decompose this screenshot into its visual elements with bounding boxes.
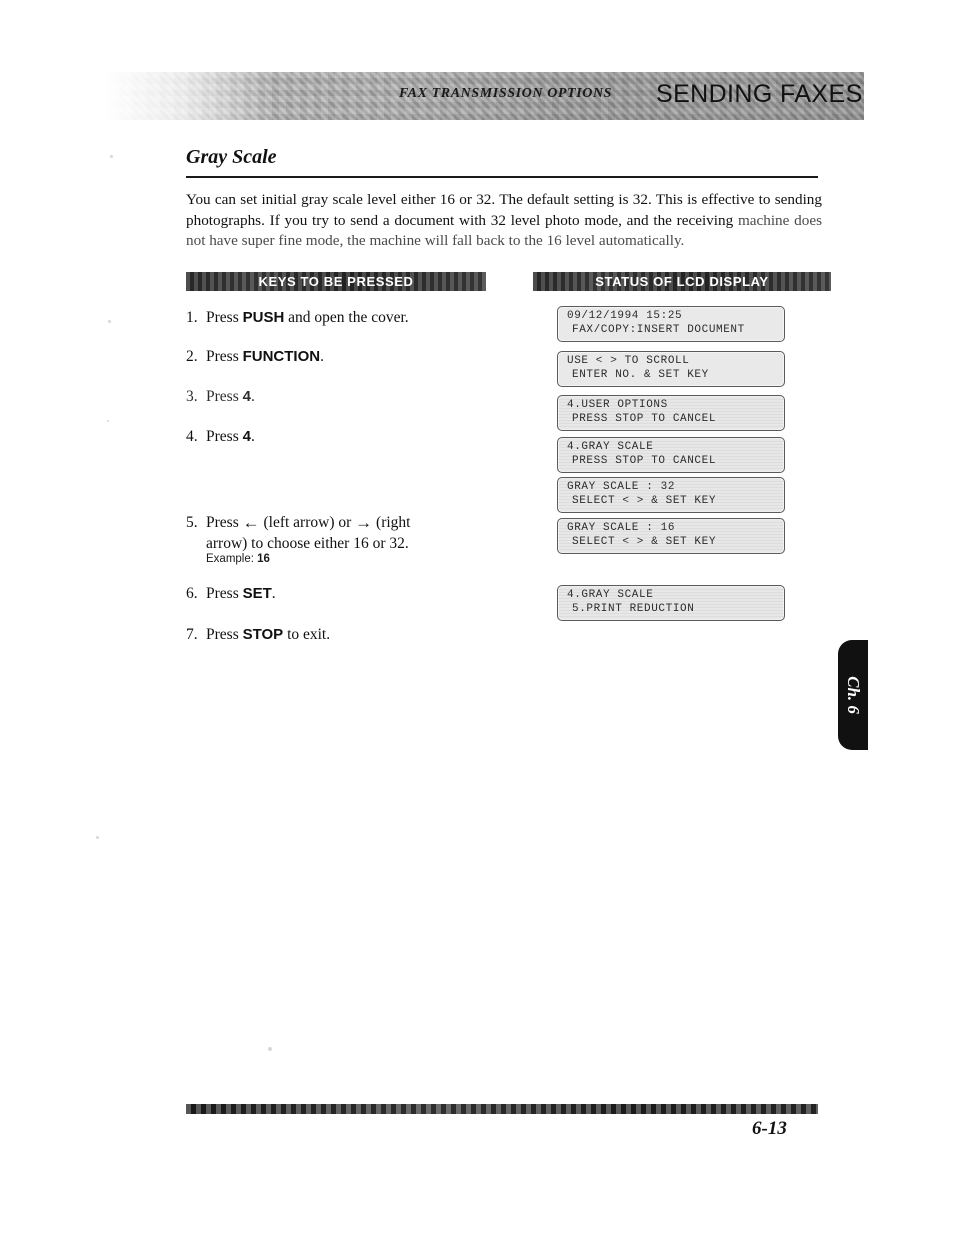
intro-line-1: You can set initial gray scale level eit… [186, 191, 771, 208]
lcd-display-1-line-1: 09/12/1994 15:25 [567, 310, 683, 322]
step-4-number: 4. [186, 428, 198, 445]
lcd-display-6: GRAY SCALE : 16 SELECT < > & SET KEY [557, 518, 785, 554]
step-5-text-c: (right [372, 514, 411, 531]
lcd-display-5: GRAY SCALE : 32 SELECT < > & SET KEY [557, 477, 785, 513]
step-7-number: 7. [186, 626, 198, 643]
step-5-line-2: arrow) to choose either 16 or 32. [206, 535, 409, 552]
step-2-key: FUNCTION [242, 348, 321, 365]
footer-rule [186, 1104, 818, 1114]
step-5-example-label: Example: [206, 553, 254, 565]
step-6-pre: Press [206, 585, 243, 602]
step-6-key: SET [242, 585, 272, 602]
step-4-post: . [250, 428, 255, 445]
step-5-example-value: 16 [257, 553, 270, 565]
status-of-lcd-display-heading: STATUS OF LCD DISPLAY [533, 272, 831, 291]
step-6: 6. Press SET. [186, 583, 506, 604]
keys-to-be-pressed-heading: KEYS TO BE PRESSED [186, 272, 486, 291]
step-7: 7. Press STOP to exit. [186, 624, 506, 645]
scan-speckle [110, 155, 113, 158]
step-6-number: 6. [186, 585, 198, 602]
step-7-key: STOP [242, 626, 284, 643]
step-4: 4. Press 4. [186, 426, 506, 447]
section-title: Gray Scale [186, 146, 277, 168]
step-3-key: 4 [242, 388, 251, 405]
right-arrow-icon: → [355, 513, 373, 532]
lcd-display-3-line-2: PRESS STOP TO CANCEL [572, 413, 717, 425]
lcd-display-1-line-2: FAX/COPY:INSERT DOCUMENT [572, 324, 745, 336]
step-5-number: 5. [186, 514, 198, 531]
intro-paragraph: You can set initial gray scale level eit… [186, 190, 822, 252]
step-5: 5. Press ← (left arrow) or → (right arrow… [186, 512, 516, 554]
lcd-display-3: 4.USER OPTIONS PRESS STOP TO CANCEL [557, 395, 785, 431]
chapter-tab-label: Ch. 6 [844, 676, 863, 714]
section-divider [186, 176, 818, 178]
step-3-number: 3. [186, 388, 198, 405]
scan-speckle [108, 320, 111, 323]
lcd-display-3-line-1: 4.USER OPTIONS [567, 399, 668, 411]
step-1: 1. Press PUSH and open the cover. [186, 307, 506, 328]
step-2: 2. Press FUNCTION. [186, 346, 506, 367]
lcd-display-2-line-1: USE < > TO SCROLL [567, 355, 690, 367]
scan-speckle [96, 836, 99, 839]
chapter-tab: Ch. 6 [838, 640, 868, 750]
lcd-display-2: USE < > TO SCROLL ENTER NO. & SET KEY [557, 351, 785, 387]
lcd-display-7: 4.GRAY SCALE 5.PRINT REDUCTION [557, 585, 785, 621]
lcd-display-4-line-2: PRESS STOP TO CANCEL [572, 455, 717, 467]
step-7-post: to exit. [283, 626, 331, 643]
page-title: SENDING FAXES [656, 80, 863, 108]
lcd-display-6-line-2: SELECT < > & SET KEY [572, 536, 717, 548]
step-3: 3. Press 4. [186, 386, 506, 407]
step-7-pre: Press [206, 626, 243, 643]
lcd-display-7-line-1: 4.GRAY SCALE [567, 589, 654, 601]
header-kicker: FAX TRANSMISSION OPTIONS [399, 86, 613, 101]
step-1-number: 1. [186, 309, 198, 326]
step-2-post: . [320, 348, 324, 365]
step-3-pre: Press [206, 388, 243, 405]
scan-speckle [107, 420, 109, 422]
step-5-text-b: (left arrow) or [259, 514, 356, 531]
lcd-display-2-line-2: ENTER NO. & SET KEY [572, 369, 709, 381]
step-4-pre: Press [206, 428, 243, 445]
step-5-text-a: Press [206, 514, 243, 531]
left-arrow-icon: ← [242, 513, 260, 532]
scan-speckle [268, 1047, 272, 1051]
step-3-post: . [250, 388, 255, 405]
lcd-display-6-line-1: GRAY SCALE : 16 [567, 522, 676, 534]
lcd-display-4-line-1: 4.GRAY SCALE [567, 441, 654, 453]
step-1-post: and open the cover. [284, 309, 409, 326]
page-number: 6-13 [752, 1118, 787, 1139]
step-6-post: . [271, 585, 276, 602]
lcd-display-4: 4.GRAY SCALE PRESS STOP TO CANCEL [557, 437, 785, 473]
step-5-example: Example: 16 [206, 553, 270, 565]
step-1-pre: Press [206, 309, 243, 326]
lcd-display-1: 09/12/1994 15:25 FAX/COPY:INSERT DOCUMEN… [557, 306, 785, 342]
lcd-display-7-line-2: 5.PRINT REDUCTION [572, 603, 695, 615]
step-2-number: 2. [186, 348, 198, 365]
step-4-key: 4 [242, 428, 251, 445]
step-1-key: PUSH [242, 309, 285, 326]
lcd-display-5-line-1: GRAY SCALE : 32 [567, 481, 676, 493]
lcd-display-5-line-2: SELECT < > & SET KEY [572, 495, 717, 507]
step-2-pre: Press [206, 348, 243, 365]
